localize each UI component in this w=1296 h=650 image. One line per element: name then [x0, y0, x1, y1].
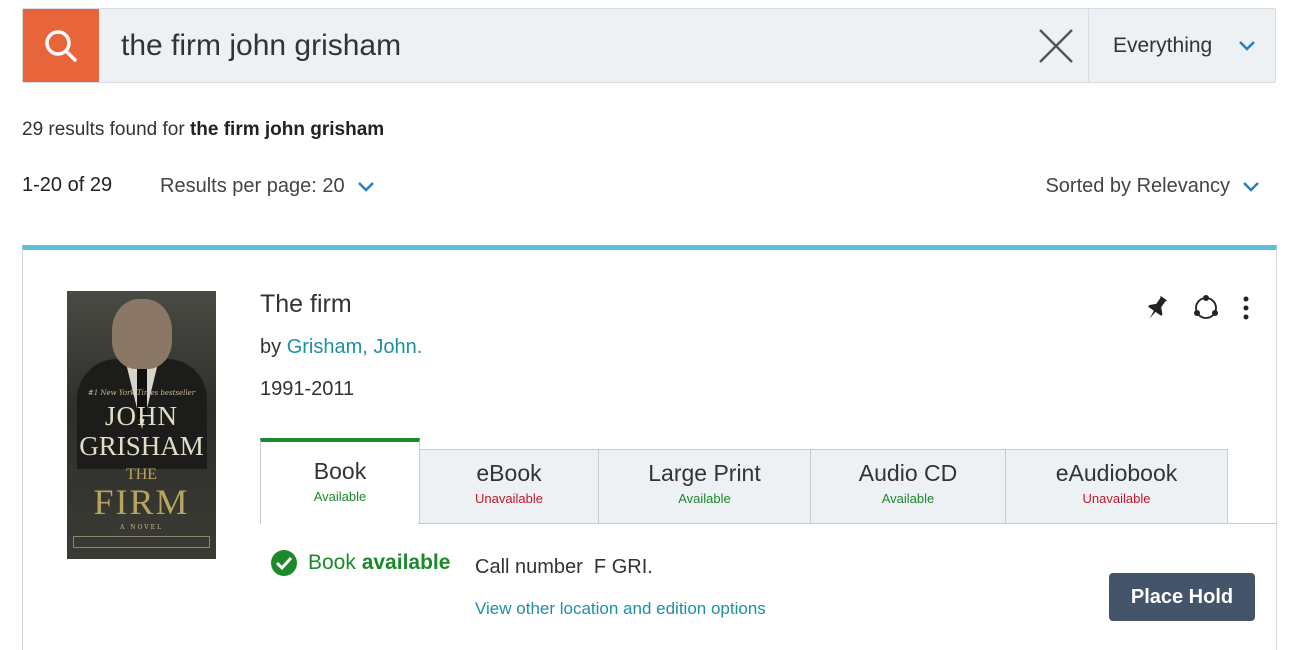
more-vertical-icon [1243, 296, 1249, 320]
result-actions [1144, 294, 1250, 327]
tab-status: Available [313, 489, 367, 504]
book-cover-image[interactable]: #1 New York Times bestseller JOHN GRISHA… [67, 291, 216, 559]
tab-status: Available [678, 491, 731, 506]
search-bar: Everything [22, 8, 1276, 83]
search-scope-select[interactable]: Everything [1089, 9, 1275, 82]
tab-status: Unavailable [475, 491, 543, 506]
tab-status: Available [881, 491, 935, 506]
share-icon [1194, 295, 1218, 319]
close-icon [1038, 28, 1073, 63]
byline-prefix: by [260, 336, 287, 358]
results-query-text: the firm john grisham [189, 119, 385, 140]
tab-divider [418, 523, 1276, 524]
cover-author-last: GRISHAM [79, 431, 204, 461]
tab-label: Audio CD [858, 460, 958, 486]
tab-large-print[interactable]: Large Print Available [598, 449, 811, 524]
availability-prefix: Book [308, 551, 362, 574]
cover-author-first: JOHN [104, 401, 178, 431]
place-hold-button[interactable]: Place Hold [1109, 573, 1255, 621]
call-number: Call number F GRI. [475, 556, 653, 578]
sort-select[interactable]: Sorted by Relevancy [1045, 175, 1260, 198]
other-locations-link[interactable]: View other location and edition options [475, 599, 766, 619]
result-card: #1 New York Times bestseller JOHN GRISHA… [22, 245, 1277, 650]
tab-label: eBook [476, 460, 542, 486]
search-scope-label: Everything [1113, 33, 1213, 57]
chevron-down-icon [1243, 181, 1259, 192]
chevron-down-icon [1239, 40, 1256, 51]
author-link[interactable]: Grisham, John. [287, 336, 423, 358]
tab-status: Unavailable [1082, 491, 1151, 506]
cover-tagline: #1 New York Times bestseller [87, 389, 196, 397]
chevron-down-icon [357, 181, 374, 192]
clear-search-button[interactable] [1023, 9, 1089, 82]
tab-ebook[interactable]: eBook Unavailable [419, 449, 599, 524]
tab-label: Large Print [648, 460, 761, 486]
more-options-button[interactable] [1242, 295, 1250, 326]
results-per-page-select[interactable]: Results per page: 20 [160, 175, 375, 198]
pin-icon [1148, 295, 1168, 319]
publication-date: 1991-2011 [260, 378, 355, 400]
check-circle-icon [271, 550, 297, 576]
results-summary: 29 results found for the firm john grish… [22, 119, 384, 141]
result-title[interactable]: The firm [260, 290, 352, 319]
tab-book[interactable]: Book Available [260, 438, 420, 524]
pin-button[interactable] [1144, 294, 1170, 327]
results-count-text: 29 results found for [22, 119, 190, 140]
availability-status: Book available [270, 549, 450, 577]
cover-title: FIRM [93, 482, 190, 522]
results-range: 1-20 of 29 [22, 174, 113, 196]
tab-label: Book [313, 458, 367, 484]
tab-label: eAudiobook [1055, 460, 1178, 486]
search-icon [45, 29, 77, 62]
tab-audio-cd[interactable]: Audio CD Available [810, 449, 1006, 524]
cover-subtitle: A NOVEL [119, 524, 163, 531]
availability-word: available [361, 551, 451, 574]
format-tabs: Book Available eBook Unavailable Large P… [260, 438, 1228, 524]
share-button[interactable] [1192, 294, 1220, 327]
sort-label: Sorted by Relevancy [1045, 175, 1230, 197]
result-byline: by Grisham, John. [260, 336, 422, 359]
results-per-page-label: Results per page: 20 [160, 175, 345, 197]
search-button[interactable] [23, 9, 99, 82]
search-input[interactable] [99, 9, 1023, 82]
tab-eaudiobook[interactable]: eAudiobook Unavailable [1005, 449, 1228, 524]
